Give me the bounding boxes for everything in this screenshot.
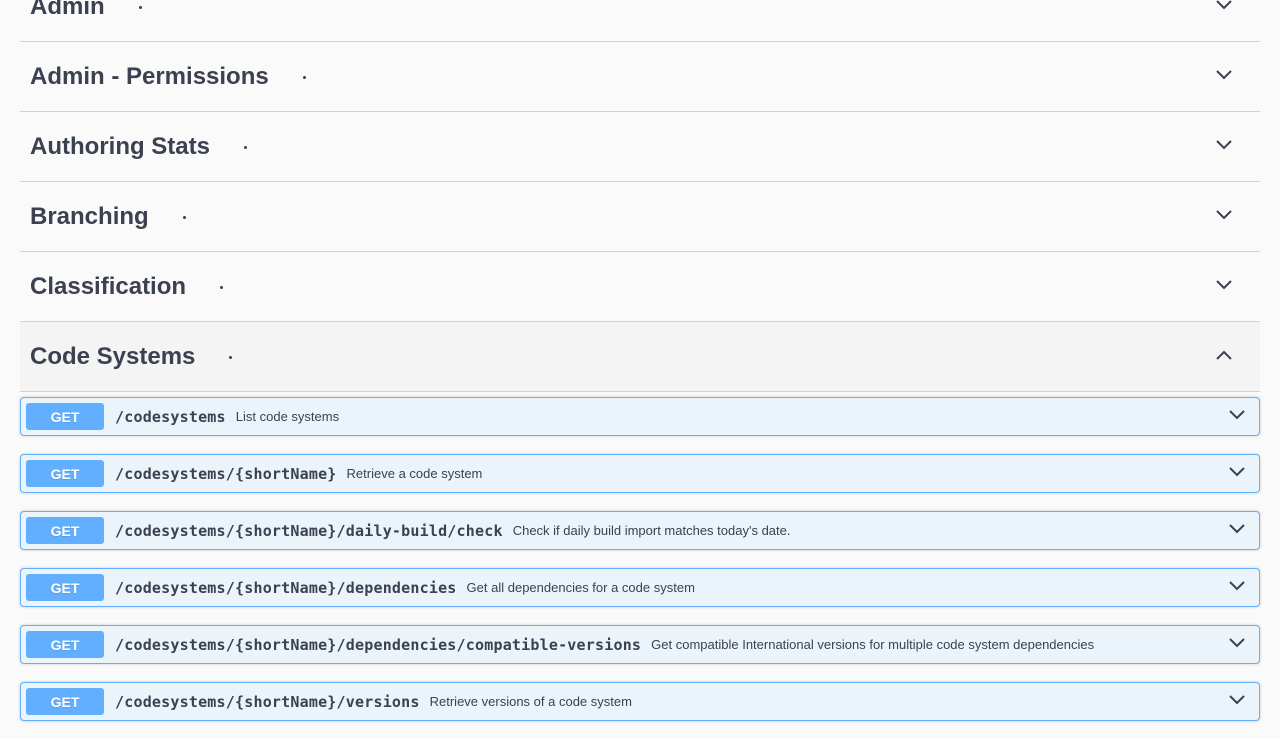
operation-path: /codesystems [115,407,226,426]
chevron-down-icon[interactable] [1214,135,1234,155]
tag-description-dot [229,356,233,359]
tag-section-admin-permissions[interactable]: Admin - Permissions [20,42,1260,112]
tag-title: Admin - Permissions [30,63,306,91]
chevron-up-icon[interactable] [1214,345,1234,365]
operation-summary: Retrieve a code system [346,466,483,481]
chevron-down-icon[interactable] [1227,576,1247,596]
tag-title: Authoring Stats [30,133,247,161]
method-badge: GET [26,460,104,487]
tag-description-dot [244,146,247,149]
operation-path: /codesystems/{shortName}/daily-build/che… [115,521,503,540]
tag-section-admin[interactable]: Admin [20,0,1260,42]
method-badge: GET [26,517,104,544]
tag-title: Branching [30,203,186,231]
chevron-down-icon[interactable] [1227,633,1247,653]
operation-get-codesystems[interactable]: GET /codesystems List code systems [20,397,1260,436]
operation-get-dependencies[interactable]: GET /codesystems/{shortName}/dependencie… [20,568,1260,607]
operation-get-compatible-versions[interactable]: GET /codesystems/{shortName}/dependencie… [20,625,1260,664]
tag-title: Admin [30,0,142,21]
operation-get-codesystem[interactable]: GET /codesystems/{shortName} Retrieve a … [20,454,1260,493]
tag-description-dot [220,286,224,289]
operation-get-versions[interactable]: GET /codesystems/{shortName}/versions Re… [20,682,1260,721]
chevron-down-icon[interactable] [1214,205,1234,225]
operation-path: /codesystems/{shortName}/dependencies [115,578,457,597]
operation-summary: Check if daily build import matches toda… [512,523,791,538]
operations-list: GET /codesystems List code systems GET /… [20,392,1260,721]
method-badge: GET [26,574,104,601]
tag-section-authoring-stats[interactable]: Authoring Stats [20,112,1260,182]
operation-get-daily-build-check[interactable]: GET /codesystems/{shortName}/daily-build… [20,511,1260,550]
api-docs: Admin Admin - Permissions Authoring Stat… [20,0,1260,739]
operation-summary: Get all dependencies for a code system [466,580,695,595]
chevron-down-icon[interactable] [1214,65,1234,85]
tag-section-branching[interactable]: Branching [20,182,1260,252]
chevron-down-icon[interactable] [1227,690,1247,710]
tag-description-dot [138,6,142,9]
tag-title: Code Systems [30,343,233,371]
tag-title: Classification [30,273,224,301]
tag-section-code-systems[interactable]: Code Systems [20,322,1260,392]
method-badge: GET [26,631,104,658]
operation-path: /codesystems/{shortName}/dependencies/co… [115,635,642,654]
method-badge: GET [26,688,104,715]
chevron-down-icon[interactable] [1227,519,1247,539]
chevron-down-icon[interactable] [1214,275,1234,295]
chevron-down-icon[interactable] [1227,462,1247,482]
operation-path: /codesystems/{shortName} [115,464,337,483]
operation-summary: List code systems [235,409,340,424]
method-badge: GET [26,403,104,430]
tag-section-classification[interactable]: Classification [20,252,1260,322]
operation-summary: Retrieve versions of a code system [429,694,632,709]
chevron-down-icon[interactable] [1214,0,1234,15]
tag-description-dot [302,76,306,79]
chevron-down-icon[interactable] [1227,405,1247,425]
operation-path: /codesystems/{shortName}/versions [115,692,420,711]
operation-summary: Get compatible International versions fo… [651,637,1095,652]
tag-description-dot [182,216,186,219]
